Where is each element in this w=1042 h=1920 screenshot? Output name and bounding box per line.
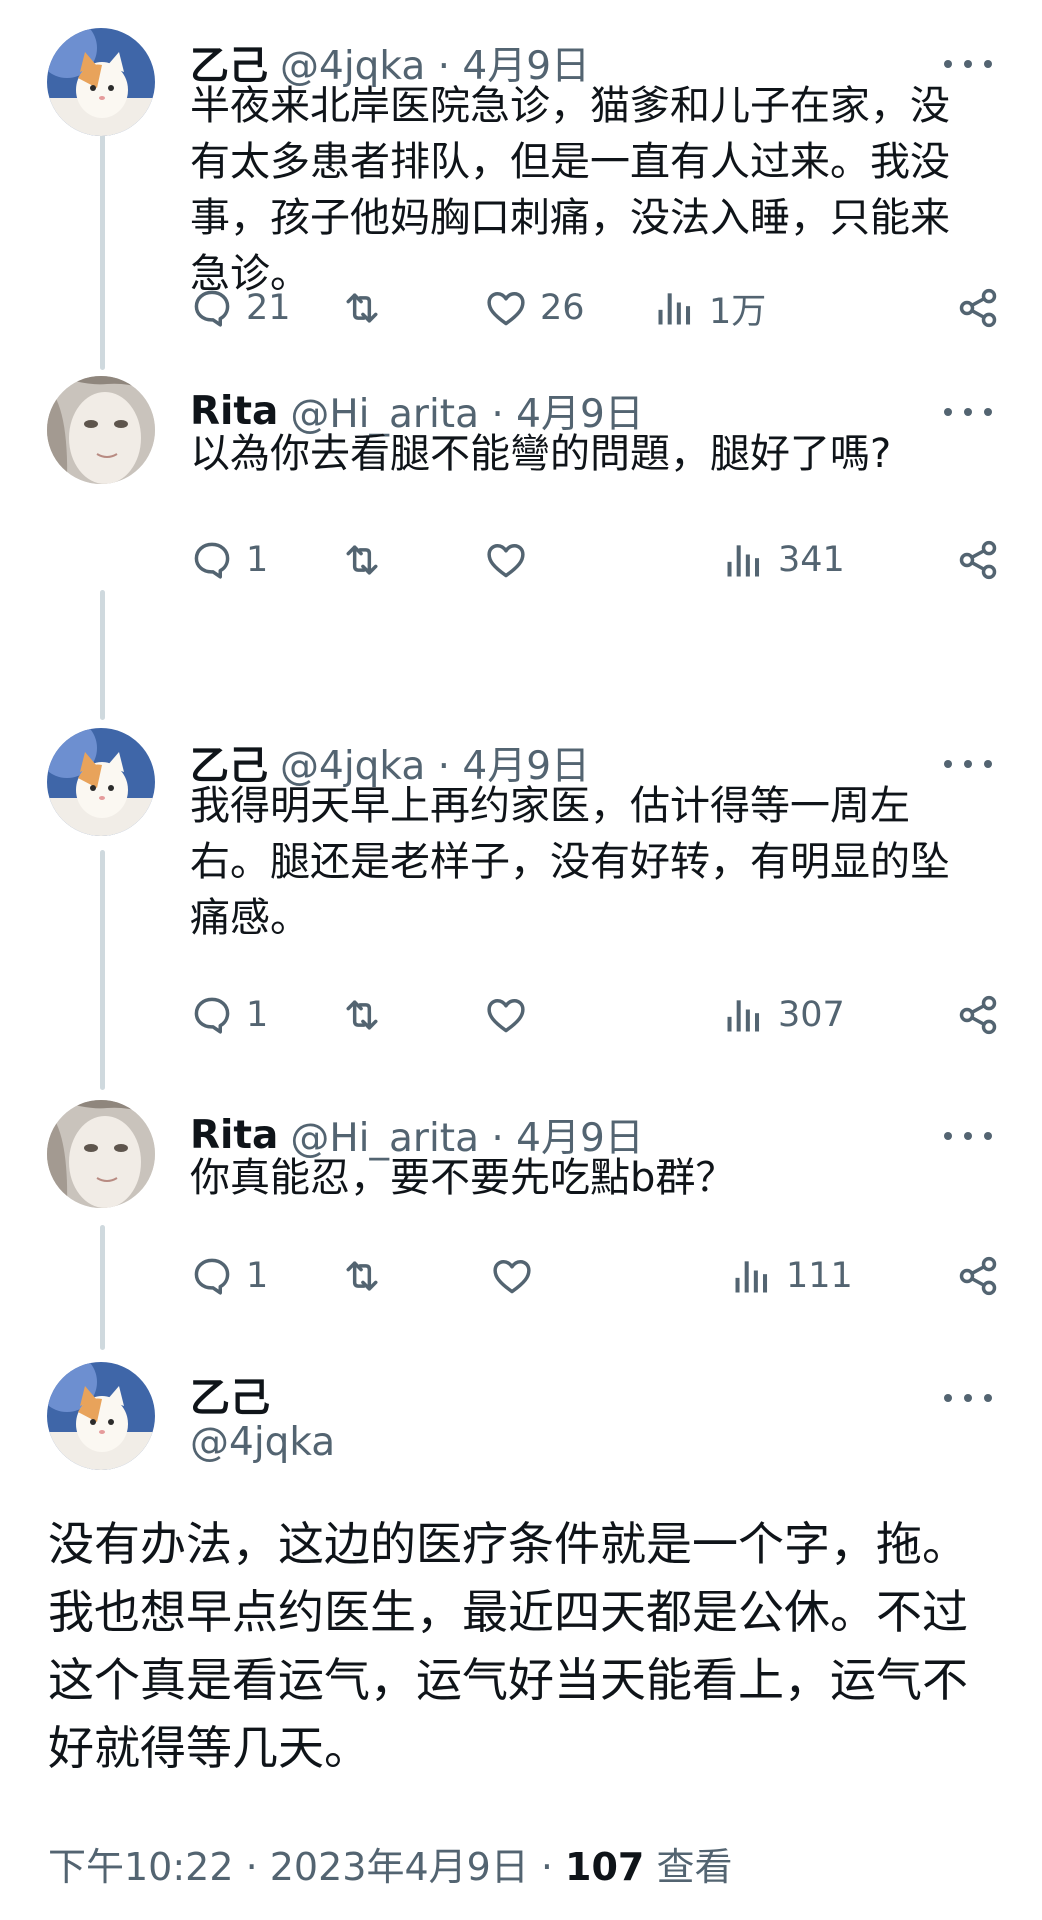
more-icon[interactable] (944, 1378, 992, 1418)
like-count: 26 (540, 288, 585, 328)
reply-count: 1 (246, 1256, 269, 1296)
views-button[interactable]: 341 (722, 530, 845, 590)
views-count: 1万 (709, 291, 767, 332)
share-button[interactable] (956, 530, 1000, 590)
avatar[interactable] (47, 376, 155, 484)
views-icon (722, 538, 766, 582)
avatar[interactable] (47, 728, 155, 836)
reply-button[interactable]: 21 (190, 278, 291, 338)
reply-button[interactable]: 1 (190, 1246, 268, 1306)
avatar[interactable] (47, 1100, 155, 1208)
like-icon (484, 286, 528, 330)
share-icon (956, 993, 1000, 1037)
timestamp-text[interactable]: 下午10:22 · 2023年4月9日 · (48, 1845, 565, 1889)
like-icon (484, 538, 528, 582)
thread-line (100, 1225, 105, 1350)
author-handle[interactable]: @4jqka (190, 1420, 335, 1465)
main-post-text: 没有办法，这边的医疗条件就是一个字，拖。我也想早点约医生，最近四天都是公休。不过… (48, 1517, 968, 1775)
retweet-icon (340, 993, 384, 1037)
retweet-button[interactable] (340, 278, 384, 338)
views-button[interactable]: 111 (730, 1246, 853, 1306)
reply-count: 21 (246, 288, 291, 328)
thread-line (100, 590, 105, 720)
avatar[interactable] (47, 1362, 155, 1470)
action-bar: 1 341 (190, 530, 1000, 590)
author-name[interactable]: 乙己 (190, 1365, 270, 1423)
share-button[interactable] (956, 1246, 1000, 1306)
reply-button[interactable]: 1 (190, 985, 268, 1045)
post-text: 以為你去看腿不能彎的問題，腿好了嗎? (190, 431, 892, 477)
action-bar: 1 307 (190, 985, 1000, 1045)
share-button[interactable] (956, 985, 1000, 1045)
retweet-icon (340, 286, 384, 330)
share-button[interactable] (956, 278, 1000, 338)
reply-button[interactable]: 1 (190, 530, 268, 590)
action-bar: 1 111 (190, 1246, 1000, 1306)
thread-line (100, 128, 105, 370)
share-icon (956, 538, 1000, 582)
post-text: 半夜来北岸医院急诊，猫爹和儿子在家，没有太多患者排队，但是一直有人过来。我没事，… (190, 83, 950, 297)
retweet-button[interactable] (340, 1246, 384, 1306)
views-icon (653, 286, 697, 330)
views-count: 341 (778, 540, 845, 580)
reply-icon (190, 1254, 234, 1298)
retweet-icon (340, 1254, 384, 1298)
like-icon (484, 993, 528, 1037)
reply-count: 1 (246, 540, 269, 580)
views-button[interactable]: 307 (722, 985, 845, 1045)
views-icon (730, 1254, 774, 1298)
like-button[interactable] (490, 1246, 534, 1306)
like-button[interactable]: 26 (484, 278, 585, 338)
views-count: 111 (786, 1256, 853, 1296)
retweet-button[interactable] (340, 985, 384, 1045)
post-timestamp: 下午10:22 · 2023年4月9日 · 107 查看 (48, 1836, 732, 1891)
view-count: 107 (565, 1845, 645, 1889)
share-icon (956, 286, 1000, 330)
retweet-button[interactable] (340, 530, 384, 590)
reply-icon (190, 538, 234, 582)
view-label: 查看 (644, 1845, 733, 1889)
avatar[interactable] (47, 28, 155, 136)
reply-icon (190, 993, 234, 1037)
thread-line (100, 850, 105, 1090)
post-text: 你真能忍，要不要先吃點b群？ (190, 1155, 736, 1201)
views-icon (722, 993, 766, 1037)
action-bar: 21 26 1万 (190, 278, 1000, 338)
reply-icon (190, 286, 234, 330)
like-button[interactable] (484, 530, 528, 590)
share-icon (956, 1254, 1000, 1298)
views-count: 307 (778, 995, 845, 1035)
views-button[interactable]: 1万 (653, 278, 766, 338)
like-button[interactable] (484, 985, 528, 1045)
post-text: 我得明天早上再约家医，估计得等一周左右。腿还是老样子，没有好转，有明显的坠痛感。 (190, 783, 950, 941)
like-icon (490, 1254, 534, 1298)
retweet-icon (340, 538, 384, 582)
reply-count: 1 (246, 995, 269, 1035)
